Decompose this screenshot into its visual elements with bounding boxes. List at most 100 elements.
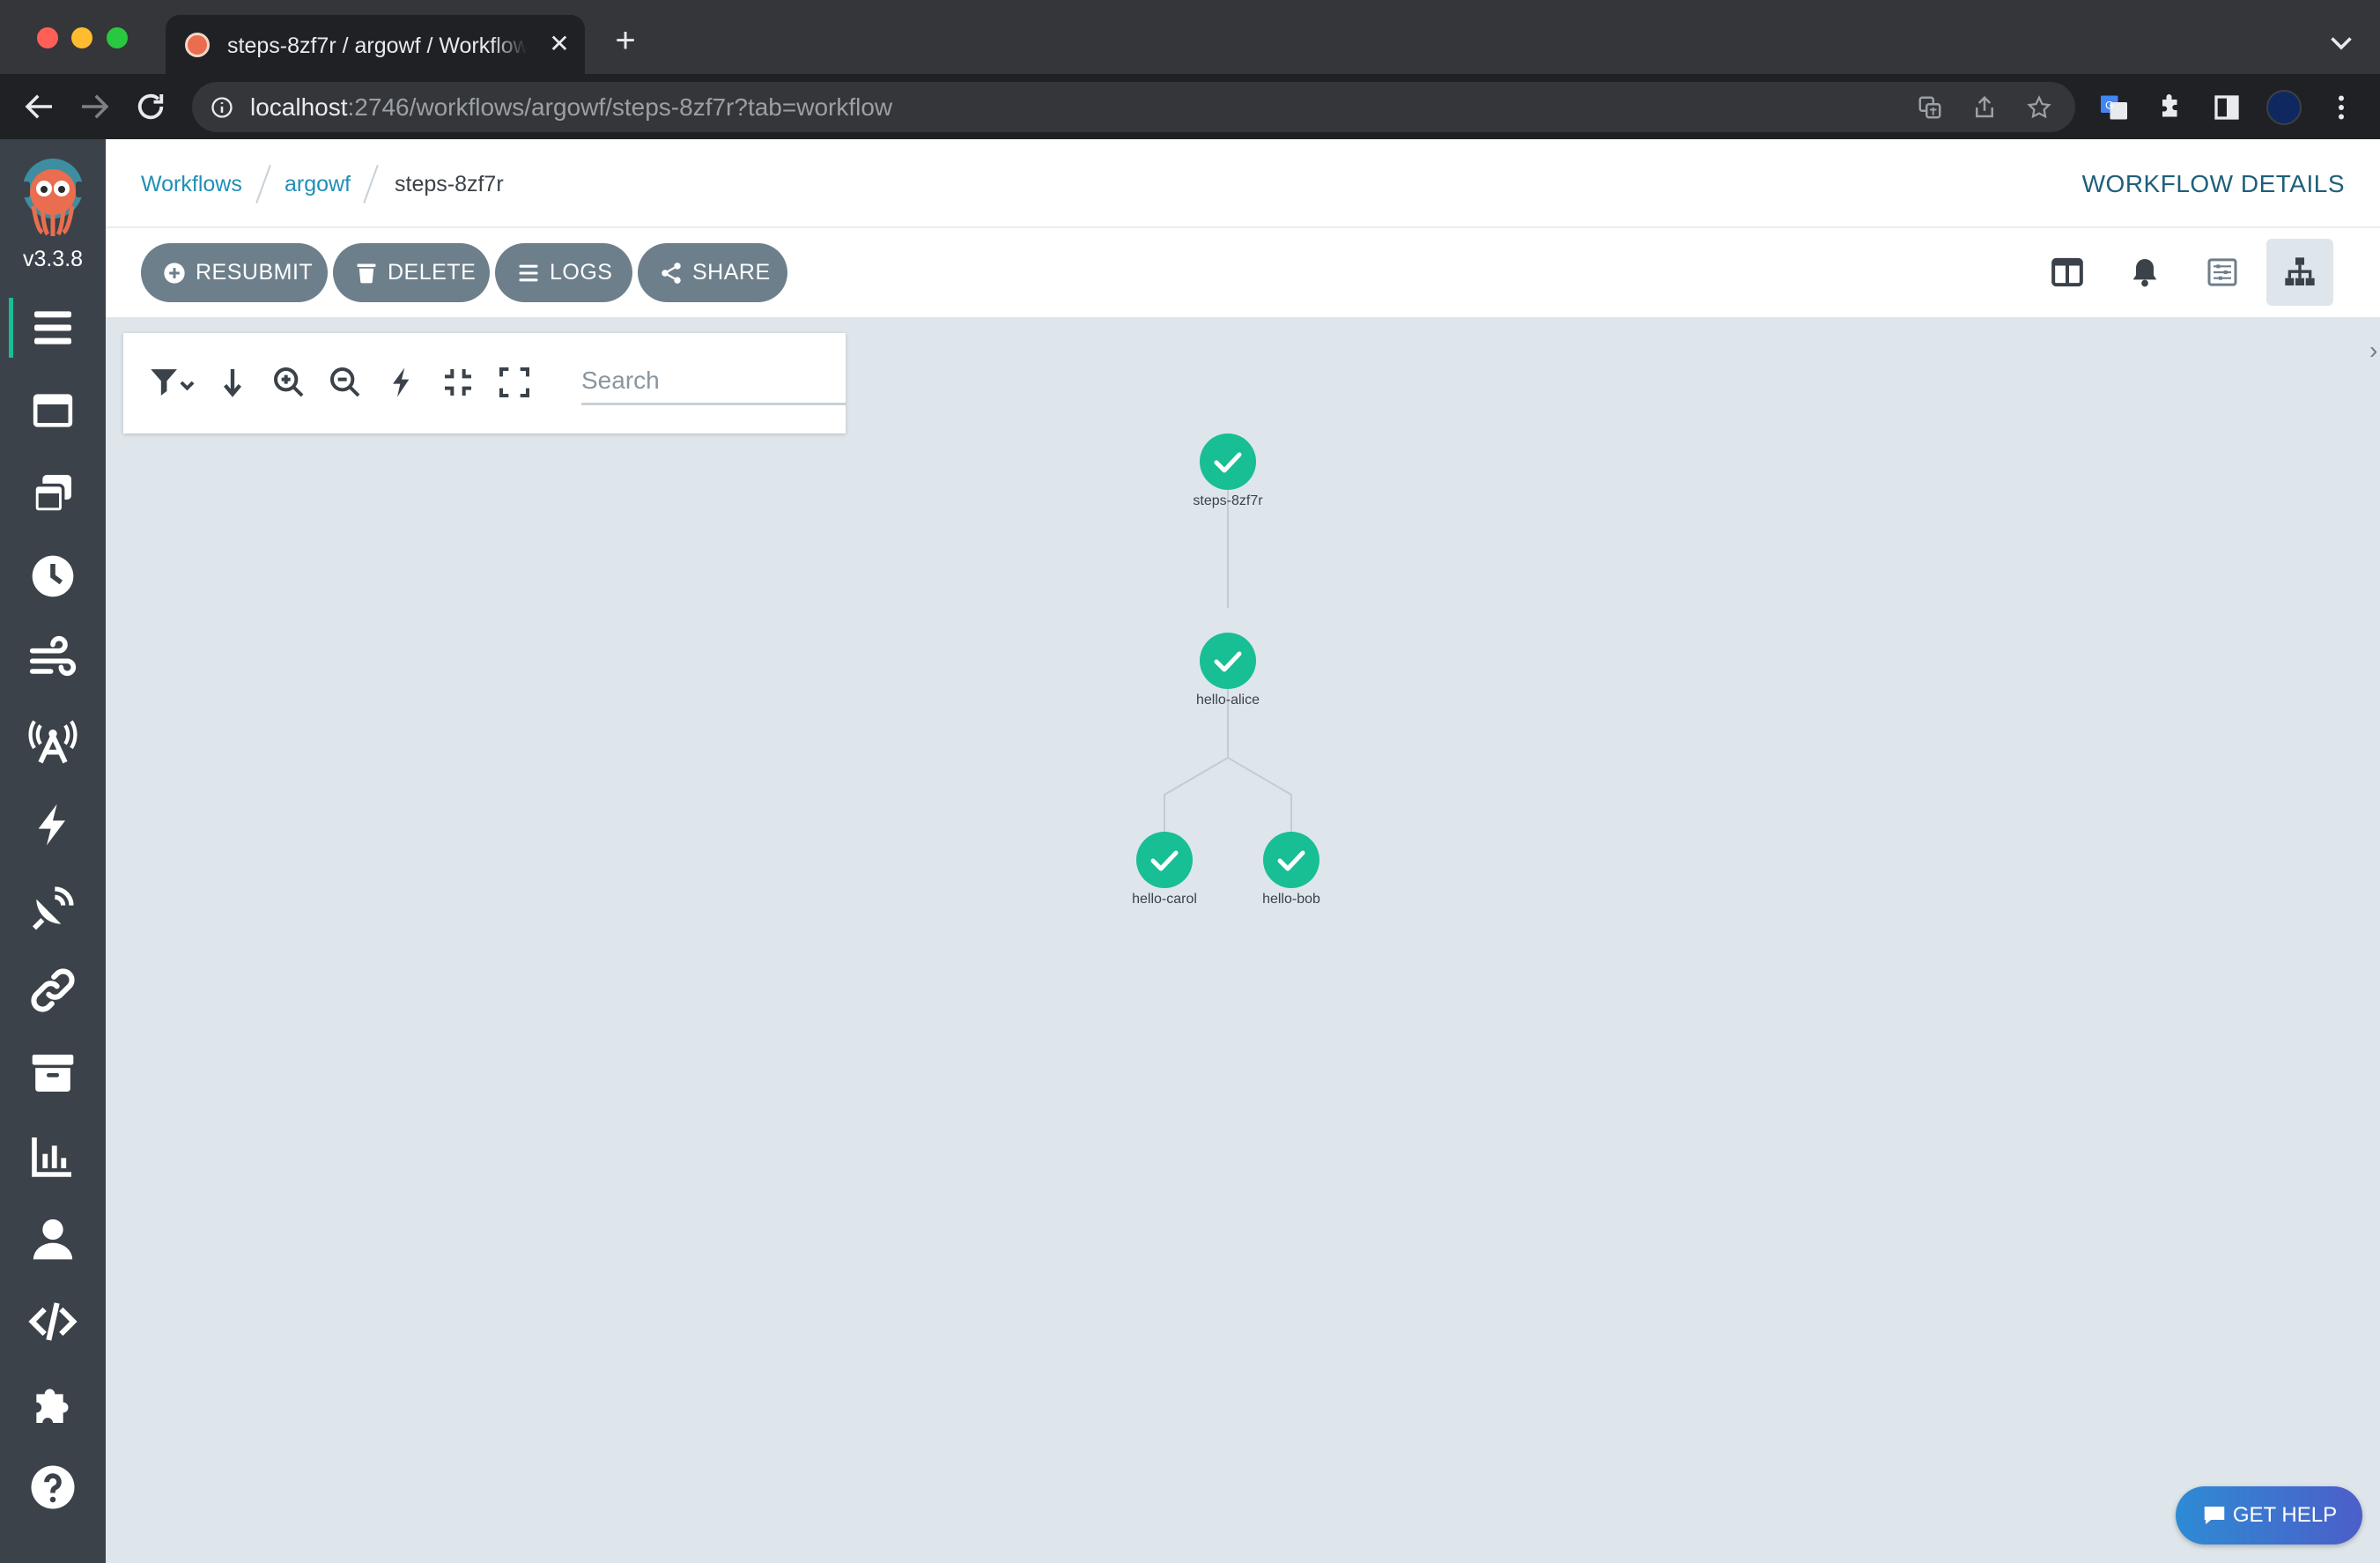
clone-icon [33,475,71,514]
close-window-button[interactable] [37,27,58,48]
graph-view-button[interactable] [2266,239,2333,306]
filter-dropdown-icon[interactable] [148,365,197,400]
breadcrumb-workflows[interactable]: Workflows [141,169,242,199]
resubmit-label: RESUBMIT [196,260,314,285]
google-translate-extension-icon[interactable]: G [2098,92,2130,123]
node-label-hello-bob[interactable]: hello-bob [1203,892,1379,907]
sidebar-item-archived-workflows[interactable] [0,955,106,1026]
logs-label: LOGS [550,260,613,285]
sidebar-item-reports[interactable] [0,1121,106,1191]
bookmark-star-icon[interactable] [2026,94,2052,121]
graph-edge [1164,665,1229,832]
columns-icon [2051,257,2083,287]
zoom-in-icon[interactable] [271,365,307,400]
resubmit-button[interactable]: RESUBMIT [141,243,328,302]
share-page-icon[interactable] [1971,94,1998,121]
user-icon [33,1219,73,1260]
share-button[interactable]: SHARE [638,243,787,302]
graph-node-hello-alice[interactable] [1200,633,1256,689]
graph-edge [1227,757,1292,832]
page-title: WORKFLOW DETAILS [2081,170,2345,197]
argo-logo[interactable] [18,155,88,240]
events-button[interactable] [2111,239,2178,306]
question-icon [31,1465,75,1509]
sidebar-item-cron-workflows[interactable] [0,541,106,611]
sidebar-item-workflow-templates[interactable] [0,375,106,446]
browser-toolbar: localhost:2746/workflows/argowf/steps-8z… [0,74,2380,139]
side-panel-icon[interactable] [2211,92,2243,123]
node-label-hello-alice[interactable]: hello-alice [1140,693,1316,708]
sidebar-item-event-bindings[interactable] [0,872,106,943]
broadcast-icon [28,720,78,764]
bolt-icon[interactable] [384,365,419,400]
breadcrumb-separator [363,165,379,204]
graph-node-hello-bob[interactable] [1263,832,1319,888]
logs-button[interactable]: LOGS [495,243,632,302]
site-info-icon[interactable] [210,95,234,120]
get-help-button[interactable]: GET HELP [2176,1486,2362,1544]
sidebar-item-sensors[interactable] [0,789,106,860]
puzzle-icon [36,1389,69,1423]
arrow-down-icon[interactable] [215,365,250,400]
node-label-steps-8zf7r[interactable]: steps-8zf7r [1140,493,1316,509]
expand-icon[interactable] [497,365,532,400]
minimize-window-button[interactable] [71,27,92,48]
close-tab-icon[interactable]: ✕ [544,29,574,59]
tab-title: steps-8zf7r / argowf / Workflows [227,31,527,61]
sidebar-item-help[interactable] [0,1452,106,1522]
sidebar-item-plugins[interactable] [0,1369,106,1440]
split-view-button[interactable] [2034,239,2101,306]
browser-menu-icon[interactable] [2325,92,2357,123]
maximize-window-button[interactable] [107,27,128,48]
window-icon [33,394,73,427]
delete-button[interactable]: DELETE [333,243,490,302]
chart-bar-icon [32,1137,71,1177]
get-help-label: GET HELP [2232,1503,2338,1527]
graph-node-steps-8zf7r[interactable] [1200,433,1256,490]
compress-icon[interactable] [440,365,476,400]
bars-icon [519,264,538,281]
forward-icon[interactable] [76,88,113,125]
translate-icon[interactable] [1917,94,1943,121]
panel-collapse-handle[interactable]: › [2369,337,2380,372]
breadcrumb-namespace[interactable]: argowf [285,169,351,199]
url-text[interactable]: localhost:2746/workflows/argowf/steps-8z… [250,82,892,132]
browser-tab[interactable]: steps-8zf7r / argowf / Workflows ✕ [166,15,585,74]
sidebar-item-event-flow[interactable] [0,624,106,694]
url-path: :2746/workflows/argowf/steps-8zf7r?tab=w… [347,93,893,121]
browser-titlebar: steps-8zf7r / argowf / Workflows ✕ + [0,0,2380,74]
comment-icon [2204,1507,2225,1524]
trash-icon [357,263,376,283]
address-bar[interactable]: localhost:2746/workflows/argowf/steps-8z… [192,82,2075,132]
page-header: Workflows argowf steps-8zf7r WORKFLOW DE… [106,139,2380,228]
new-tab-icon[interactable]: + [608,23,643,58]
version-label: v3.3.8 [22,247,84,271]
profile-avatar[interactable] [2266,90,2302,125]
delete-label: DELETE [388,260,477,285]
sidebar-item-event-sources[interactable] [0,707,106,777]
argo-favicon-icon [185,33,210,57]
sidebar-item-user[interactable] [0,1204,106,1274]
breadcrumb-current: steps-8zf7r [395,172,504,196]
back-icon[interactable] [21,88,58,125]
plus-circle-icon [164,262,185,284]
sidebar-item-workflows[interactable] [0,293,106,363]
chevron-down-icon[interactable] [2325,26,2357,58]
reload-icon[interactable] [132,88,169,125]
sidebar-item-cluster-workflow-templates[interactable] [0,458,106,529]
summary-view-button[interactable] [2189,239,2256,306]
svg-text:G: G [2105,100,2113,112]
zoom-out-icon[interactable] [328,365,363,400]
sidebar-item-api-docs[interactable] [0,1286,106,1357]
graph-node-hello-carol[interactable] [1136,832,1193,888]
workflow-graph-panel[interactable]: steps-8zf7r hello-alice hello-carol hell… [106,317,2380,1563]
success-status-icon [1200,433,1256,490]
sidebar-item-archive[interactable] [0,1038,106,1108]
satellite-dish-icon [33,886,74,930]
code-icon [28,1302,78,1341]
bars-icon [34,311,71,344]
wind-icon [29,635,77,677]
success-status-icon [1263,832,1319,888]
graph-search-input[interactable] [581,358,846,405]
extensions-puzzle-icon[interactable] [2155,92,2186,123]
